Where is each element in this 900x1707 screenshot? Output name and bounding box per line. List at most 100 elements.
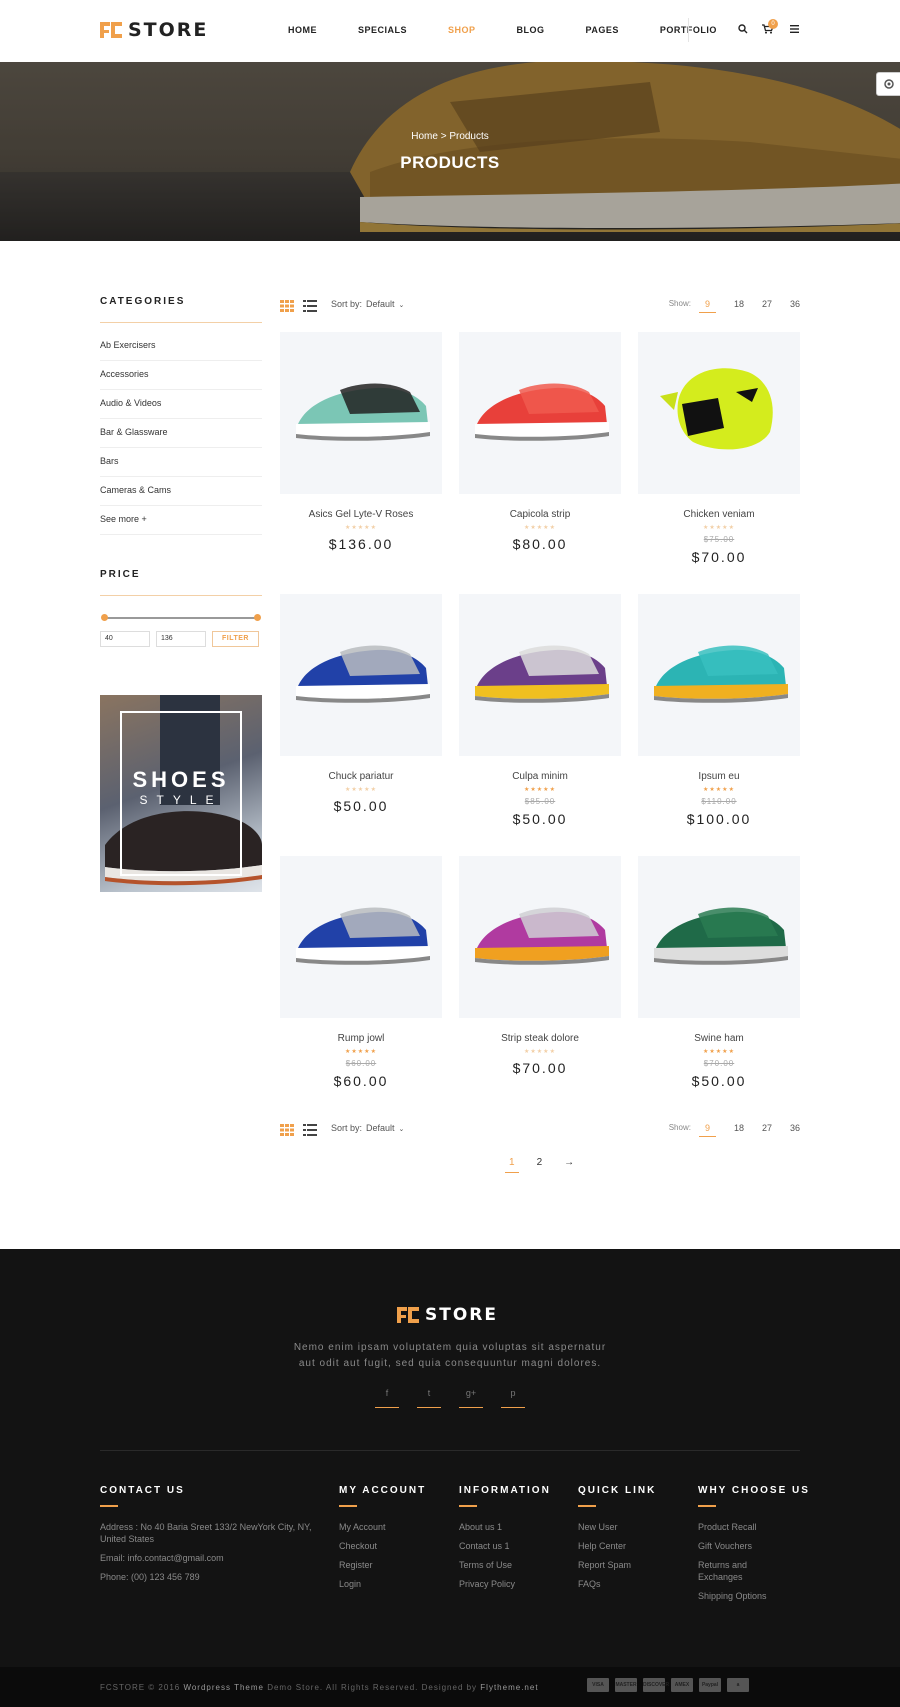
nav-item-shop[interactable]: SHOP <box>448 25 476 35</box>
facebook-icon[interactable]: f <box>375 1384 399 1408</box>
footer-link[interactable]: Login <box>339 1578 439 1590</box>
list-view-icon[interactable] <box>303 300 317 312</box>
product-name[interactable]: Culpa minim <box>459 771 621 782</box>
price-range-min-handle[interactable] <box>101 614 108 621</box>
price-range-track[interactable] <box>104 617 258 619</box>
product-image[interactable] <box>459 332 621 494</box>
footer-link[interactable]: FAQs <box>578 1578 678 1590</box>
footer-link[interactable]: Product Recall <box>698 1521 798 1533</box>
footer-link[interactable]: Report Spam <box>578 1559 678 1571</box>
side-settings-toggle[interactable] <box>876 72 900 96</box>
product-image[interactable] <box>638 594 800 756</box>
footer-link[interactable]: About us 1 <box>459 1521 559 1533</box>
footer-link[interactable]: My Account <box>339 1521 439 1533</box>
product-name[interactable]: Swine ham <box>638 1033 800 1044</box>
product-image-box[interactable] <box>459 332 621 494</box>
show-option[interactable]: 27 <box>762 1123 772 1137</box>
product-image-box[interactable] <box>638 332 800 494</box>
product-image[interactable] <box>280 332 442 494</box>
price-range-max-handle[interactable] <box>254 614 261 621</box>
nav-item-pages[interactable]: PAGES <box>586 25 619 35</box>
product-image[interactable] <box>638 332 800 494</box>
category-item[interactable]: Bar & Glassware <box>100 419 262 448</box>
footer-link[interactable]: Contact us 1 <box>459 1540 559 1552</box>
nav-item-specials[interactable]: SPECIALS <box>358 25 407 35</box>
product-name[interactable]: Chicken veniam <box>638 509 800 520</box>
product-image-box[interactable] <box>280 856 442 1018</box>
sort-value[interactable]: Default <box>366 1123 395 1133</box>
copyright-theme-link[interactable]: Wordpress Theme <box>183 1683 264 1692</box>
footer-link[interactable]: Register <box>339 1559 439 1571</box>
footer-link[interactable]: Returns and Exchanges <box>698 1559 768 1583</box>
product-card[interactable]: Chuck pariatur ★★★★★ $50.00 <box>280 594 442 814</box>
shoes-style-banner[interactable]: SHOES STYLE <box>100 695 262 892</box>
product-image[interactable] <box>280 594 442 756</box>
sort-value[interactable]: Default <box>366 299 395 309</box>
product-image-box[interactable] <box>280 332 442 494</box>
show-option[interactable]: 36 <box>790 299 800 313</box>
contact-email[interactable]: Email: info.contact@gmail.com <box>100 1552 325 1564</box>
logo[interactable]: STORE <box>100 19 208 41</box>
nav-item-home[interactable]: HOME <box>288 25 317 35</box>
next-page-arrow-icon[interactable]: → <box>560 1157 578 1173</box>
category-item[interactable]: Accessories <box>100 361 262 390</box>
product-card[interactable]: Capicola strip ★★★★★ $80.00 <box>459 332 621 552</box>
show-option[interactable]: 36 <box>790 1123 800 1137</box>
show-option[interactable]: 18 <box>734 299 744 313</box>
product-name[interactable]: Strip steak dolore <box>459 1033 621 1044</box>
product-image[interactable] <box>638 856 800 1018</box>
product-card[interactable]: Asics Gel Lyte-V Roses ★★★★★ $136.00 <box>280 332 442 552</box>
product-name[interactable]: Capicola strip <box>459 509 621 520</box>
price-min-input[interactable]: 40 <box>100 631 150 647</box>
product-card[interactable]: Swine ham ★★★★★ $70.00 $50.00 <box>638 856 800 1089</box>
footer-link[interactable]: Checkout <box>339 1540 439 1552</box>
grid-view-icon[interactable] <box>280 300 294 312</box>
category-item[interactable]: Ab Exercisers <box>100 332 262 361</box>
price-max-input[interactable]: 136 <box>156 631 206 647</box>
grid-view-icon[interactable] <box>280 1124 294 1136</box>
copyright-designer-link[interactable]: Flytheme.net <box>480 1683 538 1692</box>
product-image[interactable] <box>459 856 621 1018</box>
product-name[interactable]: Rump jowl <box>280 1033 442 1044</box>
footer-link[interactable]: New User <box>578 1521 678 1533</box>
page-link[interactable]: 2 <box>533 1157 547 1173</box>
category-item[interactable]: Bars <box>100 448 262 477</box>
sort-control[interactable]: Sort by: Default ⌄ <box>331 299 404 309</box>
product-card[interactable]: Ipsum eu ★★★★★ $110.00 $100.00 <box>638 594 800 827</box>
footer-link[interactable]: Shipping Options <box>698 1590 798 1602</box>
product-image-box[interactable] <box>638 594 800 756</box>
page-link[interactable]: 1 <box>505 1157 519 1173</box>
menu-icon[interactable] <box>790 25 799 33</box>
pinterest-icon[interactable]: p <box>501 1384 525 1408</box>
footer-logo[interactable]: STORE <box>397 1305 498 1325</box>
twitter-icon[interactable]: t <box>417 1384 441 1408</box>
product-image-box[interactable] <box>459 594 621 756</box>
filter-button[interactable]: FILTER <box>212 631 259 647</box>
category-item[interactable]: Audio & Videos <box>100 390 262 419</box>
see-more-link[interactable]: See more + <box>100 506 262 535</box>
show-option[interactable]: 27 <box>762 299 772 313</box>
search-icon[interactable] <box>738 24 748 34</box>
product-image-box[interactable] <box>459 856 621 1018</box>
sort-control[interactable]: Sort by: Default ⌄ <box>331 1123 404 1133</box>
product-card[interactable]: Strip steak dolore ★★★★★ $70.00 <box>459 856 621 1076</box>
footer-link[interactable]: Gift Vouchers <box>698 1540 798 1552</box>
product-image-box[interactable] <box>638 856 800 1018</box>
footer-link[interactable]: Help Center <box>578 1540 678 1552</box>
category-item[interactable]: Cameras & Cams <box>100 477 262 506</box>
product-card[interactable]: Rump jowl ★★★★★ $60.00 $60.00 <box>280 856 442 1089</box>
product-name[interactable]: Asics Gel Lyte-V Roses <box>280 509 442 520</box>
show-option[interactable]: 9 <box>698 1123 716 1137</box>
show-option[interactable]: 18 <box>734 1123 744 1137</box>
product-image-box[interactable] <box>280 594 442 756</box>
product-card[interactable]: Chicken veniam ★★★★★ $75.00 $70.00 <box>638 332 800 565</box>
footer-link[interactable]: Terms of Use <box>459 1559 559 1571</box>
nav-item-blog[interactable]: BLOG <box>517 25 545 35</box>
product-name[interactable]: Chuck pariatur <box>280 771 442 782</box>
product-image[interactable] <box>459 594 621 756</box>
product-name[interactable]: Ipsum eu <box>638 771 800 782</box>
breadcrumb-home[interactable]: Home <box>411 131 438 142</box>
product-card[interactable]: Culpa minim ★★★★★ $85.00 $50.00 <box>459 594 621 827</box>
list-view-icon[interactable] <box>303 1124 317 1136</box>
product-image[interactable] <box>280 856 442 1018</box>
